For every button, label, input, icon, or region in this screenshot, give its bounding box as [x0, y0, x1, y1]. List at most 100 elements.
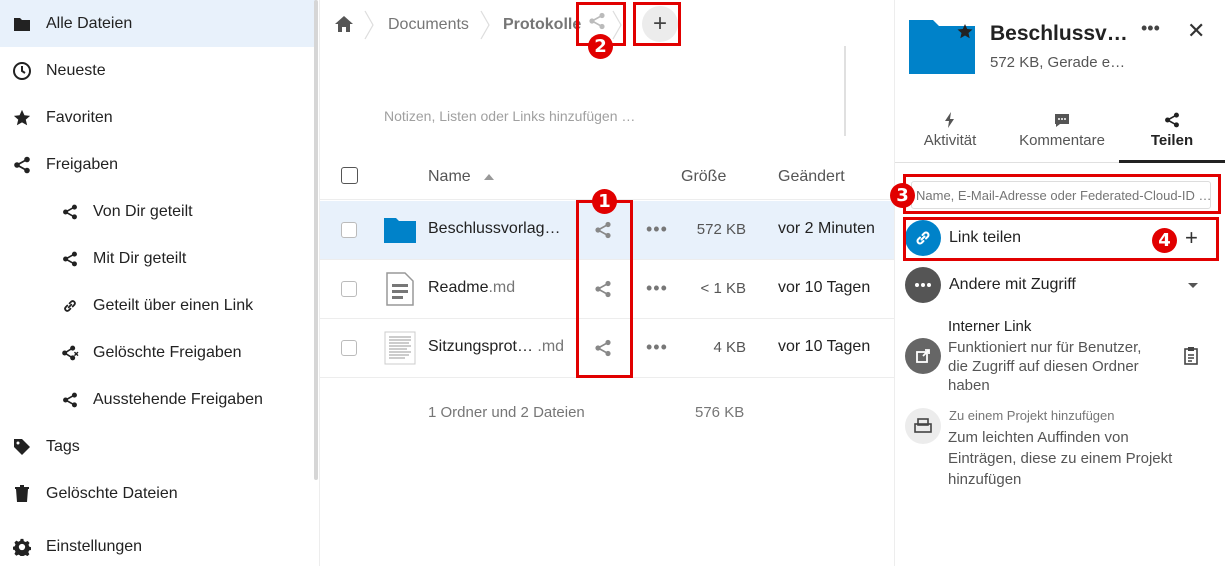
annotation-marker-1: 1 — [592, 189, 617, 214]
file-modified: vor 10 Tagen — [778, 338, 871, 355]
add-to-project-description: Zum leichten Auffinden von Einträgen, di… — [948, 429, 1173, 488]
text-file-icon — [384, 272, 418, 306]
others-with-access-label[interactable]: Andere mit Zugriff — [949, 276, 1076, 294]
nav-settings[interactable]: Einstellungen — [0, 523, 316, 566]
file-modified: vor 2 Minuten — [778, 220, 875, 237]
details-sidebar: Beschlussv… 572 KB, Gerade e… ••• ✕ Akti… — [890, 0, 1225, 566]
nav-shared-with-you[interactable]: Mit Dir geteilt — [0, 235, 316, 282]
breadcrumb-documents[interactable]: Documents — [388, 16, 469, 34]
sort-ascending-icon — [484, 174, 494, 180]
bolt-icon — [945, 112, 954, 128]
nav-favorites[interactable]: Favoriten — [0, 94, 316, 141]
gear-icon — [12, 537, 32, 557]
nav-label: Neueste — [46, 61, 106, 79]
row-checkbox[interactable] — [341, 281, 357, 297]
more-actions-icon[interactable]: ••• — [646, 219, 668, 240]
nav-pending-shares[interactable]: Ausstehende Freigaben — [0, 376, 316, 423]
select-all-checkbox[interactable] — [341, 167, 358, 184]
nav-label: Von Dir geteilt — [93, 202, 193, 220]
active-tab-indicator — [1119, 160, 1225, 163]
highlight-box-3 — [903, 174, 1221, 214]
annotation-marker-4: 4 — [1152, 228, 1177, 253]
column-modified[interactable]: Geändert — [778, 168, 845, 186]
external-link-icon — [905, 338, 941, 374]
tab-label: Kommentare — [1019, 132, 1105, 149]
nav-label: Gelöschte Freigaben — [93, 343, 242, 361]
file-list-area: Documents Protokolle + 2 Notizen, Listen… — [320, 0, 894, 566]
share-icon — [60, 202, 80, 222]
nav-label: Tags — [46, 437, 80, 455]
link-icon — [60, 296, 80, 316]
file-size: 572 KB — [696, 221, 746, 238]
annotation-marker-2: 2 — [588, 34, 613, 59]
tab-label: Aktivität — [923, 132, 977, 149]
nav-label: Freigaben — [46, 155, 119, 173]
more-actions-icon[interactable]: ••• — [1141, 18, 1160, 39]
highlight-box-1 — [576, 200, 633, 378]
share-icon — [1165, 112, 1179, 128]
chevron-down-icon[interactable] — [1188, 283, 1198, 288]
nav-label: Gelöschte Dateien — [46, 484, 178, 502]
details-subtitle: 572 KB, Gerade e… — [990, 54, 1126, 71]
nav-tags[interactable]: Tags — [0, 423, 316, 470]
comment-icon — [1055, 114, 1069, 127]
file-size: < 1 KB — [700, 280, 746, 297]
sidebar-scrollbar[interactable] — [314, 0, 318, 480]
internal-link-title: Interner Link — [948, 318, 1032, 335]
nav-label: Mit Dir geteilt — [93, 249, 187, 267]
total-size: 576 KB — [695, 404, 745, 421]
file-name[interactable]: Beschlussvorlag… — [428, 220, 561, 238]
nav-label: Favoriten — [46, 108, 113, 126]
more-actions-icon[interactable]: ••• — [646, 337, 668, 358]
tab-comments[interactable]: Kommentare — [1007, 112, 1117, 162]
file-name[interactable]: Sitzungsprot… .md — [428, 338, 564, 356]
nav-shares[interactable]: Freigaben — [0, 141, 316, 188]
star-icon — [12, 108, 32, 128]
tab-activity[interactable]: Aktivität — [907, 112, 993, 162]
nav-shared-by-link[interactable]: Geteilt über einen Link — [0, 282, 316, 329]
folder-icon — [909, 18, 975, 74]
share-icon — [60, 249, 80, 269]
highlight-box-add — [633, 2, 681, 46]
notes-divider — [844, 46, 846, 136]
column-name[interactable]: Name — [428, 168, 471, 186]
share-icon — [12, 155, 32, 175]
nav-deleted-shares[interactable]: Gelöschte Freigaben — [0, 329, 316, 376]
file-modified: vor 10 Tagen — [778, 279, 871, 296]
annotation-marker-3: 3 — [890, 183, 915, 208]
folder-icon — [12, 14, 32, 34]
close-icon[interactable]: ✕ — [1187, 18, 1205, 44]
details-title: Beschlussv… — [990, 22, 1128, 45]
more-actions-icon[interactable]: ••• — [646, 278, 668, 299]
tab-sharing[interactable]: Teilen — [1119, 112, 1225, 162]
folder-icon — [384, 213, 418, 247]
more-horizontal-icon — [905, 267, 941, 303]
clock-icon — [12, 61, 32, 81]
nav-label: Geteilt über einen Link — [93, 296, 254, 314]
folder-notes-placeholder[interactable]: Notizen, Listen oder Links hinzufügen … — [384, 108, 635, 124]
nav-shared-by-you[interactable]: Von Dir geteilt — [0, 188, 316, 235]
app-navigation: Alle Dateien Neueste Favoriten Freigaben… — [0, 0, 316, 566]
home-icon[interactable] — [334, 14, 354, 34]
row-checkbox[interactable] — [341, 340, 357, 356]
nav-label: Einstellungen — [46, 537, 143, 555]
nav-all-files[interactable]: Alle Dateien — [0, 0, 316, 47]
nav-deleted-files[interactable]: Gelöschte Dateien — [0, 470, 316, 517]
file-summary: 1 Ordner und 2 Dateien — [428, 404, 585, 421]
add-to-project-title[interactable]: Zu einem Projekt hinzufügen — [949, 408, 1114, 423]
clipboard-icon[interactable] — [1183, 346, 1201, 371]
share-deleted-icon — [60, 343, 80, 363]
file-name[interactable]: Readme.md — [428, 279, 515, 297]
file-size: 4 KB — [713, 339, 746, 356]
breadcrumb-separator — [480, 10, 490, 40]
nav-recent[interactable]: Neueste — [0, 47, 316, 94]
internal-link-description: Funktioniert nur für Benutzer, die Zugri… — [948, 339, 1142, 394]
share-icon — [60, 390, 80, 410]
document-preview-icon — [384, 331, 418, 365]
project-icon — [905, 408, 941, 444]
breadcrumb-protokolle[interactable]: Protokolle — [503, 16, 581, 34]
column-size[interactable]: Größe — [681, 168, 726, 186]
trash-icon — [12, 484, 32, 504]
nav-label: Ausstehende Freigaben — [93, 390, 263, 408]
row-checkbox[interactable] — [341, 222, 357, 238]
